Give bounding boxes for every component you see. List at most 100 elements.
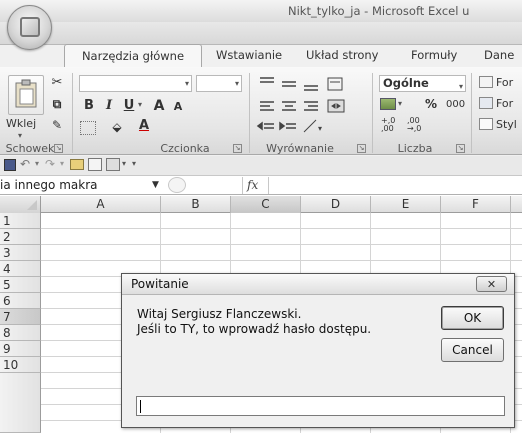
bottom-align-icon[interactable] <box>304 85 318 91</box>
row-header[interactable]: 6 <box>0 293 41 309</box>
cell-styles-icon[interactable] <box>479 118 493 130</box>
print-dropdown-icon[interactable]: ▾ <box>122 159 126 168</box>
row-header-selected[interactable]: 7 <box>0 309 41 325</box>
column-header-a[interactable]: A <box>41 196 161 213</box>
styles-item-2[interactable]: For <box>496 97 513 110</box>
number-format-combo[interactable]: Ogólne ▾ <box>379 75 466 92</box>
currency-icon[interactable] <box>380 98 396 110</box>
select-all-corner[interactable] <box>0 196 41 213</box>
shrink-font-button[interactable]: A <box>170 98 186 116</box>
undo-dropdown-icon[interactable]: ▾ <box>35 159 39 168</box>
align-right-icon[interactable] <box>304 101 318 111</box>
font-launcher-icon[interactable]: ↘ <box>233 144 242 153</box>
column-header-f[interactable]: F <box>441 196 511 213</box>
format-table-icon[interactable] <box>479 97 493 109</box>
font-name-combo[interactable]: ▾ <box>79 75 192 92</box>
column-header-b[interactable]: B <box>161 196 231 213</box>
row-header[interactable]: 8 <box>0 325 41 341</box>
column-header-c[interactable]: C <box>231 196 301 213</box>
tab-page-layout[interactable]: Układ strony <box>306 44 378 66</box>
redo-icon[interactable]: ↷ <box>45 157 55 171</box>
group-divider <box>72 73 73 153</box>
dialog-message-line-1: Witaj Sergiusz Flanczewski. <box>137 307 302 321</box>
alignment-group-label: Wyrównanie <box>266 142 334 155</box>
row-header[interactable]: 5 <box>0 277 41 293</box>
row-header[interactable]: 4 <box>0 261 41 277</box>
insert-function-icon[interactable]: fx <box>247 178 258 192</box>
alignment-launcher-icon[interactable]: ↘ <box>357 144 366 153</box>
alignment-buttons[interactable]: ▾ <box>256 74 371 136</box>
styles-item-3[interactable]: Styl <box>496 118 517 131</box>
number-format-value: Ogólne <box>383 76 429 90</box>
close-icon[interactable]: ✕ <box>476 276 507 292</box>
align-center-icon[interactable] <box>282 101 296 111</box>
column-header-d[interactable]: D <box>301 196 371 213</box>
cancel-button[interactable]: Cancel <box>441 338 504 362</box>
row-header[interactable]: 10 <box>0 357 41 373</box>
tab-formulas[interactable]: Formuły <box>411 44 457 66</box>
paste-dropdown-icon[interactable]: ▾ <box>18 131 22 140</box>
tab-data[interactable]: Dane <box>484 44 514 66</box>
undo-icon[interactable]: ↶ <box>20 157 30 171</box>
decrease-decimal-button[interactable]: ,00 →,0 <box>407 117 429 133</box>
cancel-entry-icon[interactable] <box>168 177 186 193</box>
clipboard-launcher-icon[interactable]: ↘ <box>54 144 63 153</box>
save-icon[interactable] <box>4 159 16 171</box>
format-painter-icon[interactable]: ✎ <box>48 116 66 134</box>
gridline <box>41 260 522 261</box>
increase-decimal-button[interactable]: +,0 ,00 <box>381 117 403 133</box>
decrease-indent-icon[interactable] <box>256 121 274 131</box>
underline-button[interactable]: U <box>120 97 138 115</box>
increase-indent-icon[interactable] <box>279 121 296 131</box>
name-box[interactable]: ia innego makra <box>0 177 160 194</box>
customize-qat-icon[interactable]: ▾ <box>132 159 136 168</box>
bold-button[interactable]: B <box>80 97 98 115</box>
office-button[interactable] <box>7 5 52 50</box>
align-left-icon[interactable] <box>260 101 274 111</box>
group-divider <box>372 73 373 153</box>
print-icon[interactable] <box>106 158 120 171</box>
print-preview-icon[interactable] <box>88 158 102 171</box>
row-header[interactable]: 3 <box>0 245 41 261</box>
column-header-e[interactable]: E <box>371 196 441 213</box>
top-align-icon[interactable] <box>260 77 274 83</box>
formula-input[interactable] <box>268 177 522 194</box>
gridline <box>41 244 522 245</box>
name-box-dropdown-icon[interactable]: ▼ <box>152 180 159 190</box>
percent-button[interactable]: % <box>422 95 440 113</box>
grow-font-button[interactable]: A <box>150 97 168 115</box>
borders-icon[interactable] <box>80 121 96 135</box>
row-header[interactable]: 2 <box>0 229 41 245</box>
tab-home[interactable]: Narzędzia główne <box>64 44 202 68</box>
open-folder-icon[interactable] <box>70 159 84 170</box>
thousands-button[interactable]: 000 <box>446 99 465 110</box>
styles-item-1[interactable]: For <box>496 76 513 89</box>
svg-text:▾: ▾ <box>318 124 322 133</box>
cut-icon[interactable]: ✂ <box>48 74 66 92</box>
tab-insert[interactable]: Wstawianie <box>216 44 282 66</box>
copy-icon[interactable]: ⧉ <box>48 95 66 113</box>
dialog-message-line-2: Jeśli to TY, to wprowadź hasło dostępu. <box>137 322 372 336</box>
number-launcher-icon[interactable]: ↘ <box>456 144 465 153</box>
password-input[interactable] <box>136 396 505 416</box>
middle-align-icon[interactable] <box>282 81 296 87</box>
paste-icon <box>15 79 37 108</box>
row-header[interactable]: 1 <box>0 213 41 229</box>
row-header[interactable]: 9 <box>0 341 41 357</box>
wrap-text-icon[interactable] <box>327 77 343 91</box>
underline-dropdown-icon[interactable]: ▾ <box>138 100 142 109</box>
group-divider <box>249 73 250 153</box>
font-color-button[interactable]: A <box>135 117 153 135</box>
conditional-format-icon[interactable] <box>479 76 493 88</box>
italic-button[interactable]: I <box>100 97 118 115</box>
font-size-combo[interactable]: ▾ <box>196 75 242 92</box>
merge-center-icon[interactable] <box>327 99 345 113</box>
ok-button[interactable]: OK <box>441 306 504 330</box>
column-header-g[interactable] <box>511 196 522 213</box>
paste-label: Wklej <box>6 117 37 130</box>
currency-dropdown-icon[interactable]: ▾ <box>398 99 402 108</box>
orientation-icon[interactable]: ▾ <box>303 119 322 133</box>
paste-button[interactable] <box>8 75 44 115</box>
fill-color-icon[interactable]: ⬙ <box>105 118 129 136</box>
redo-dropdown-icon[interactable]: ▾ <box>60 159 64 168</box>
